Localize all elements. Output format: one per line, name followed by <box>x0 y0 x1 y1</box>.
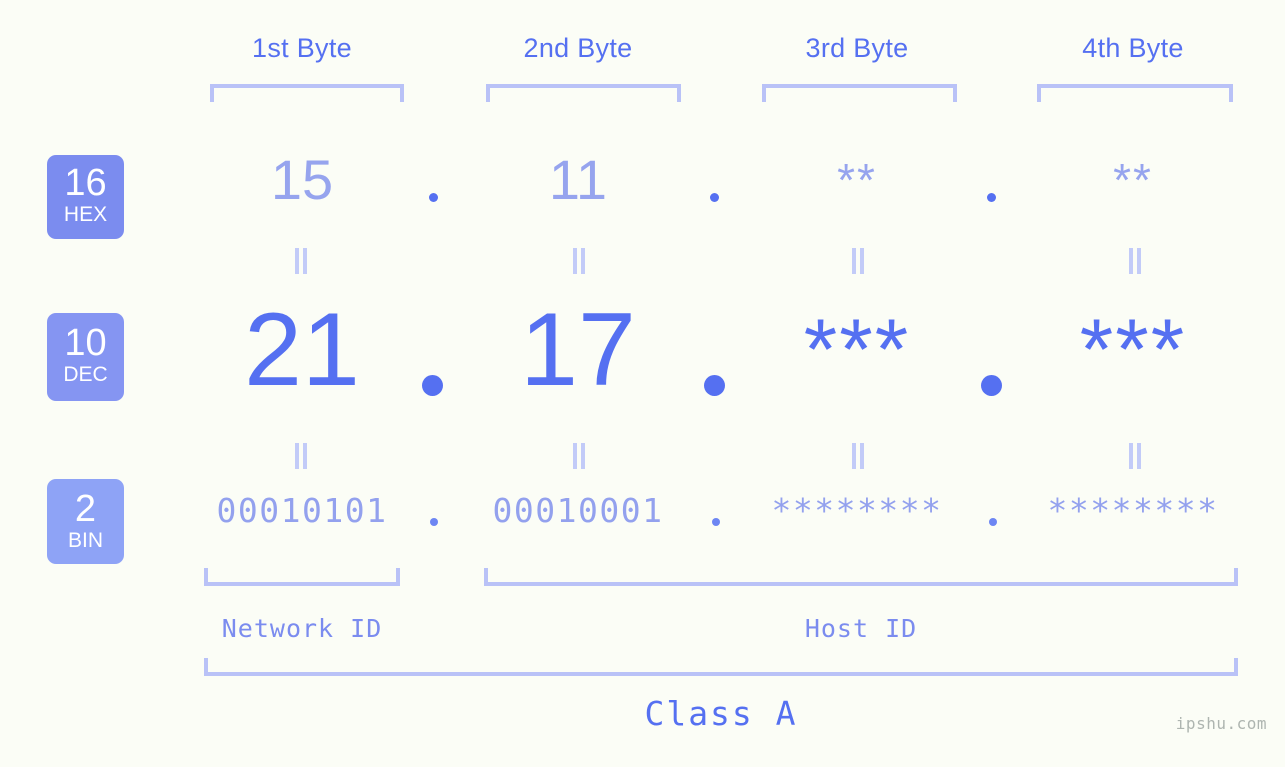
dec-byte-4: *** <box>1079 302 1187 398</box>
dec-byte-1: 21 <box>244 292 360 408</box>
hex-separator-dot-2 <box>710 193 719 202</box>
bin-separator-dot-2 <box>712 518 720 526</box>
byte-header-1: 1st Byte <box>252 33 352 63</box>
network-id-label: Network ID <box>221 614 383 643</box>
bin-separator-dot-3 <box>989 518 997 526</box>
watermark: ipshu.com <box>1175 714 1267 733</box>
hex-byte-4: ** <box>1113 154 1153 206</box>
bin-byte-1: 00010101 <box>216 491 388 530</box>
base-badge-bin-number: 2 <box>74 488 97 530</box>
dec-byte-2: 17 <box>520 292 636 408</box>
hex-byte-3: ** <box>837 154 877 206</box>
byte-header-2: 2nd Byte <box>523 33 633 63</box>
dec-separator-dot-3 <box>981 375 1002 396</box>
equals-icon-dec-bin-2 <box>571 443 587 469</box>
dec-separator-dot-1 <box>422 375 443 396</box>
equals-icon-hex-dec-4 <box>1127 248 1143 274</box>
dec-byte-3: *** <box>803 302 911 398</box>
bin-byte-2: 00010001 <box>492 491 664 530</box>
base-badge-dec-name: DEC <box>63 363 108 386</box>
equals-icon-dec-bin-3 <box>850 443 866 469</box>
bin-separator-dot-1 <box>430 518 438 526</box>
hex-separator-dot-3 <box>987 193 996 202</box>
bin-byte-3: ******** <box>771 491 943 530</box>
byte-bracket-2 <box>486 84 681 102</box>
base-badge-hex-name: HEX <box>63 203 108 226</box>
base-badge-hex: 16 HEX <box>47 155 124 239</box>
equals-icon-hex-dec-3 <box>850 248 866 274</box>
equals-icon-hex-dec-2 <box>571 248 587 274</box>
class-label: Class A <box>644 694 798 733</box>
byte-header-3: 3rd Byte <box>805 33 909 63</box>
base-badge-dec: 10 DEC <box>47 313 124 401</box>
host-id-label: Host ID <box>804 614 918 643</box>
base-badge-bin: 2 BIN <box>47 479 124 564</box>
host-id-bracket <box>484 568 1238 586</box>
class-bracket <box>204 658 1238 676</box>
base-badge-dec-number: 10 <box>64 322 107 364</box>
hex-separator-dot-1 <box>429 193 438 202</box>
dec-separator-dot-2 <box>704 375 725 396</box>
base-badge-hex-number: 16 <box>64 162 107 204</box>
equals-icon-hex-dec-1 <box>293 248 309 274</box>
hex-byte-1: 15 <box>270 148 334 211</box>
equals-icon-dec-bin-4 <box>1127 443 1143 469</box>
hex-byte-2: 11 <box>548 148 608 211</box>
byte-bracket-3 <box>762 84 957 102</box>
base-badge-bin-name: BIN <box>67 529 103 552</box>
ip-address-breakdown-diagram: 1st Byte 2nd Byte 3rd Byte 4th Byte 16 H… <box>0 0 1285 767</box>
equals-icon-dec-bin-1 <box>293 443 309 469</box>
network-id-bracket <box>204 568 400 586</box>
byte-bracket-4 <box>1037 84 1233 102</box>
bin-byte-4: ******** <box>1047 491 1219 530</box>
byte-bracket-1 <box>210 84 404 102</box>
byte-header-4: 4th Byte <box>1082 33 1184 63</box>
